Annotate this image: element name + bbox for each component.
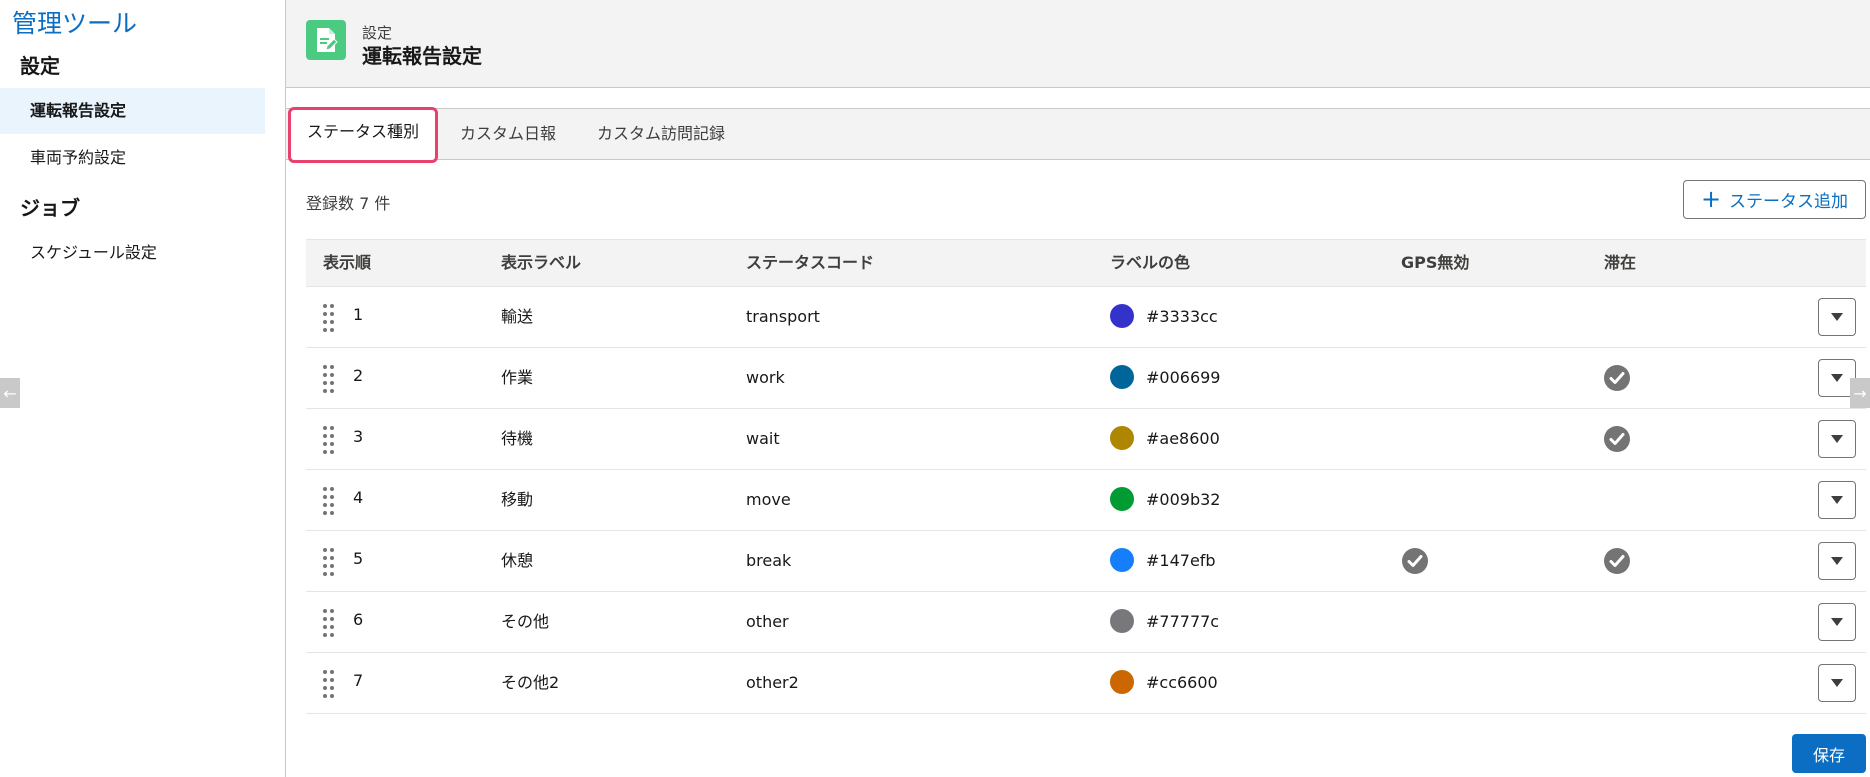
document-edit-icon	[306, 20, 346, 60]
page-header: 設定 運転報告設定	[286, 0, 1870, 88]
row-label: その他	[501, 612, 550, 631]
sidebar-section-jobs: ジョブ	[20, 196, 80, 220]
column-header-label-color: ラベルの色	[1110, 253, 1191, 272]
row-order: 3	[353, 427, 364, 446]
app-title: 管理ツール	[12, 9, 138, 38]
column-header-status-code: ステータスコード	[746, 253, 875, 272]
row-color-hex: #006699	[1146, 368, 1221, 387]
row-label: 輸送	[501, 307, 534, 326]
drag-handle-icon[interactable]	[323, 426, 337, 454]
tab-bar: ステータス種別 カスタム日報 カスタム訪問記録	[286, 107, 1870, 163]
sidebar-item-driving-report-settings[interactable]: 運転報告設定	[0, 88, 265, 134]
table-row: 7 その他2 other2 #cc6600	[306, 653, 1866, 714]
color-swatch	[1110, 670, 1134, 694]
row-color-hex: #cc6600	[1146, 673, 1218, 692]
row-order: 6	[353, 610, 364, 629]
row-status-code: move	[746, 490, 791, 509]
sidebar-item-schedule-settings[interactable]: スケジュール設定	[0, 230, 265, 276]
row-status-code: transport	[746, 307, 820, 326]
table-row: 6 その他 other #77777c	[306, 592, 1866, 653]
column-header-gps-disabled: GPS無効	[1401, 253, 1470, 272]
scroll-right-arrow-icon[interactable]: →	[1850, 378, 1870, 408]
row-color-hex: #ae8600	[1146, 429, 1220, 448]
save-button[interactable]: 保存	[1792, 734, 1866, 773]
row-menu-chevron-down-icon[interactable]	[1818, 664, 1856, 702]
row-order: 7	[353, 671, 364, 690]
column-header-stay: 滞在	[1604, 253, 1637, 272]
drag-handle-icon[interactable]	[323, 548, 337, 576]
row-status-code: break	[746, 551, 792, 570]
drag-handle-icon[interactable]	[323, 304, 337, 332]
row-label: その他2	[501, 673, 560, 692]
table-row: 3 待機 wait #ae8600	[306, 409, 1866, 470]
page-title: 運転報告設定	[362, 44, 482, 68]
row-status-code: other	[746, 612, 789, 631]
row-menu-chevron-down-icon[interactable]	[1818, 603, 1856, 641]
row-color-hex: #77777c	[1146, 612, 1220, 631]
table-body: 1 輸送 transport #3333cc 2 作業 work #006699 3 待機 wait…	[306, 287, 1866, 714]
row-label: 作業	[501, 368, 534, 387]
tab-custom-visit-record[interactable]: カスタム訪問記録	[597, 109, 725, 159]
row-label: 待機	[501, 429, 534, 448]
add-status-button[interactable]: + ステータス追加	[1683, 180, 1866, 219]
drag-handle-icon[interactable]	[323, 670, 337, 698]
row-color-hex: #3333cc	[1146, 307, 1218, 326]
tab-custom-daily-report[interactable]: カスタム日報	[460, 109, 556, 159]
plus-icon: +	[1700, 184, 1722, 213]
sidebar: 管理ツール 設定 運転報告設定 車両予約設定 ジョブ スケジュール設定	[0, 0, 286, 777]
drag-handle-icon[interactable]	[323, 487, 337, 515]
color-swatch	[1110, 365, 1134, 389]
row-menu-chevron-down-icon[interactable]	[1818, 298, 1856, 336]
color-swatch	[1110, 548, 1134, 572]
table-header: 表示順 表示ラベル ステータスコード ラベルの色 GPS無効 滞在	[306, 239, 1866, 287]
sidebar-section-settings: 設定	[20, 54, 60, 78]
color-swatch	[1110, 487, 1134, 511]
sidebar-item-vehicle-reservation-settings[interactable]: 車両予約設定	[0, 135, 265, 181]
row-label: 移動	[501, 490, 534, 509]
row-status-code: work	[746, 368, 785, 387]
color-swatch	[1110, 426, 1134, 450]
row-status-code: wait	[746, 429, 780, 448]
row-order: 5	[353, 549, 364, 568]
row-color-hex: #009b32	[1146, 490, 1221, 509]
color-swatch	[1110, 304, 1134, 328]
row-label: 休憩	[501, 551, 534, 570]
stay-check-icon	[1604, 365, 1630, 391]
row-menu-chevron-down-icon[interactable]	[1818, 420, 1856, 458]
row-order: 1	[353, 305, 364, 324]
row-order: 2	[353, 366, 364, 385]
drag-handle-icon[interactable]	[323, 365, 337, 393]
row-status-code: other2	[746, 673, 799, 692]
add-status-label: ステータス追加	[1729, 192, 1849, 212]
record-count: 登録数 7 件	[306, 194, 391, 213]
row-menu-chevron-down-icon[interactable]	[1818, 481, 1856, 519]
column-header-label: 表示ラベル	[501, 253, 582, 272]
table-row: 1 輸送 transport #3333cc	[306, 287, 1866, 348]
table-row: 5 休憩 break #147efb	[306, 531, 1866, 592]
table-row: 2 作業 work #006699	[306, 348, 1866, 409]
status-table: 表示順 表示ラベル ステータスコード ラベルの色 GPS無効 滞在 1 輸送 tra…	[306, 239, 1866, 714]
row-menu-chevron-down-icon[interactable]	[1818, 542, 1856, 580]
gps-disabled-check-icon	[1402, 548, 1428, 574]
row-color-hex: #147efb	[1146, 551, 1216, 570]
row-order: 4	[353, 488, 364, 507]
scroll-left-arrow-icon[interactable]: ←	[0, 378, 20, 408]
drag-handle-icon[interactable]	[323, 609, 337, 637]
table-row: 4 移動 move #009b32	[306, 470, 1866, 531]
column-header-order: 表示順	[323, 253, 372, 272]
stay-check-icon	[1604, 426, 1630, 452]
stay-check-icon	[1604, 548, 1630, 574]
color-swatch	[1110, 609, 1134, 633]
tab-status-types[interactable]: ステータス種別	[288, 107, 439, 163]
